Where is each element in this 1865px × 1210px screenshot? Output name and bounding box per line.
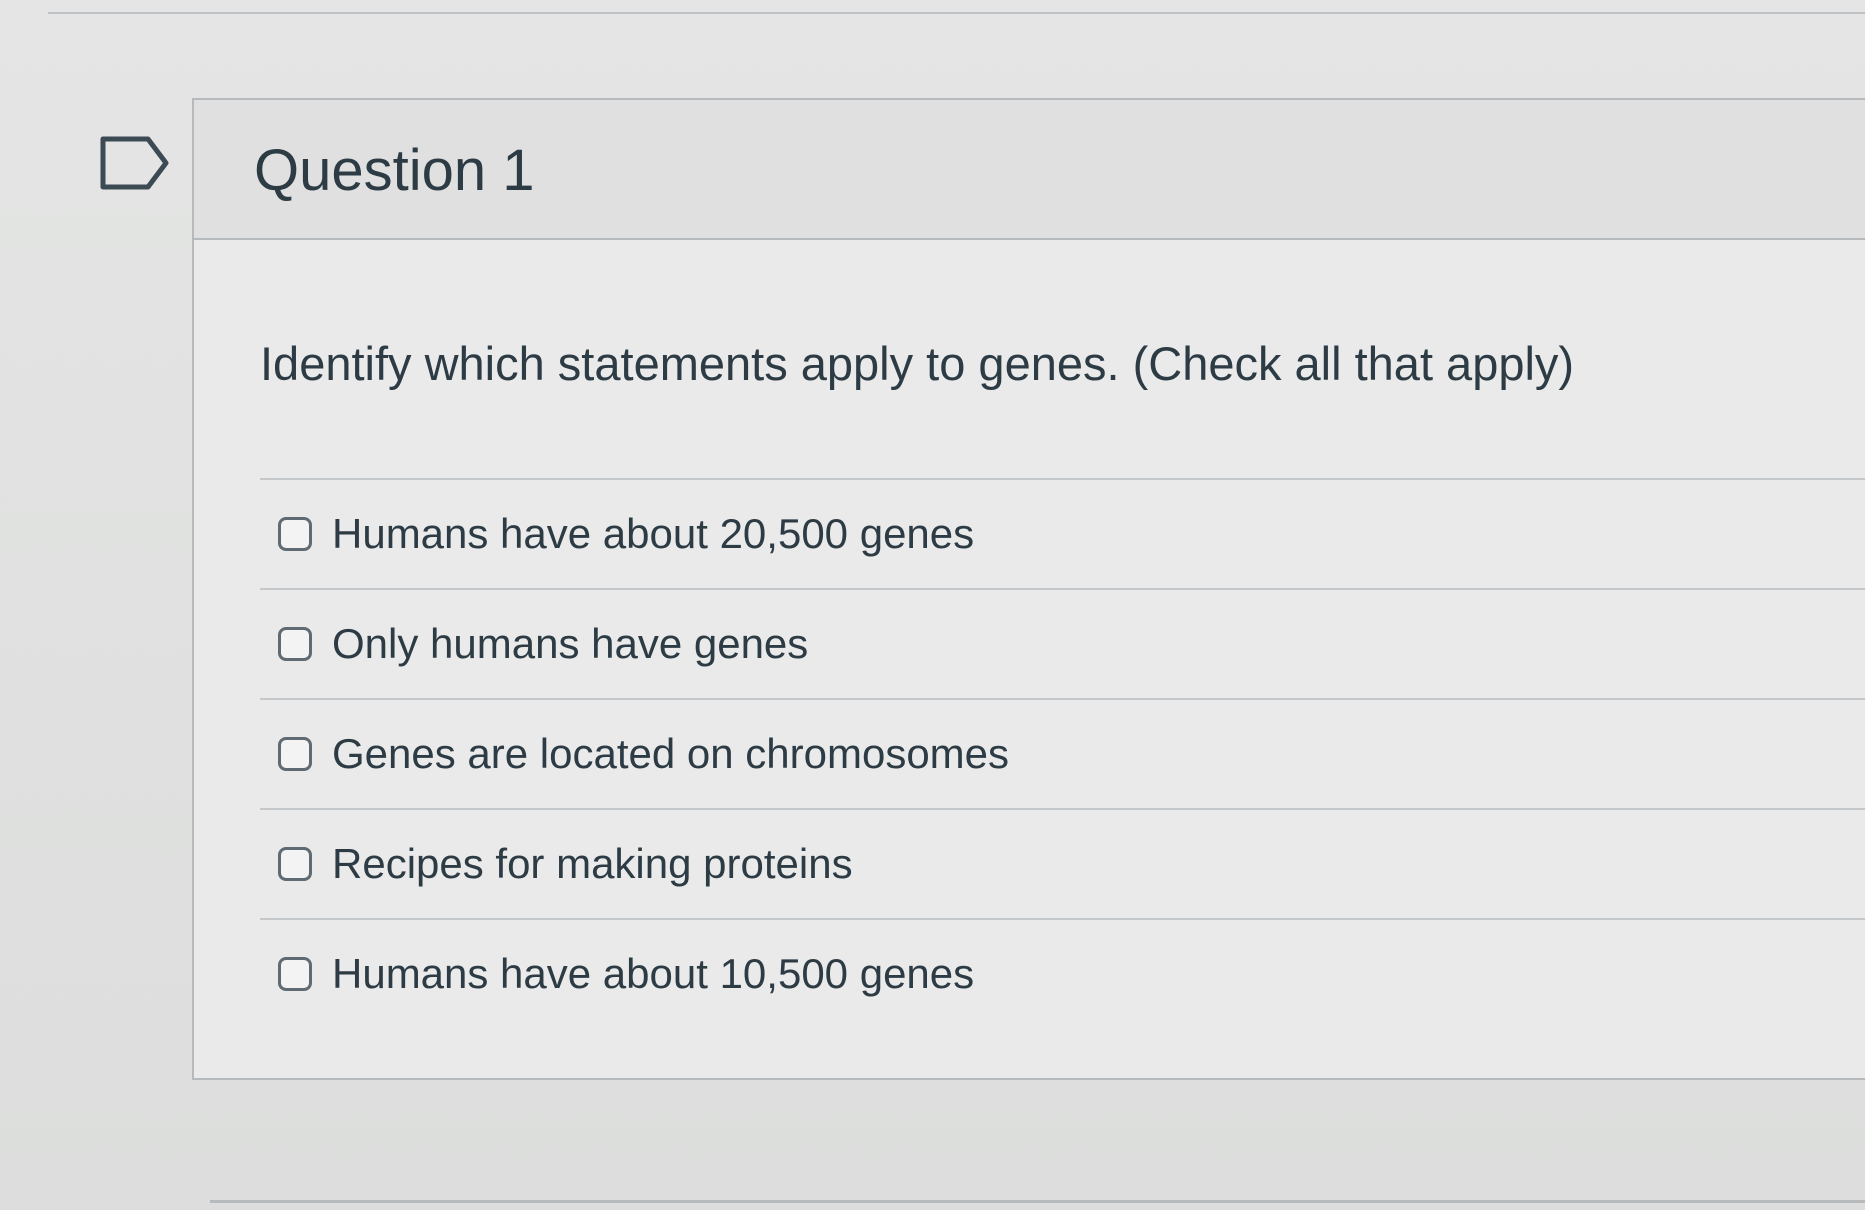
answer-label[interactable]: Humans have about 20,500 genes — [332, 510, 974, 558]
answer-checkbox[interactable] — [278, 627, 312, 661]
question-title: Question 1 — [254, 138, 535, 203]
answer-checkbox[interactable] — [278, 957, 312, 991]
question-prompt: Identify which statements apply to genes… — [260, 337, 1575, 390]
answer-label[interactable]: Humans have about 10,500 genes — [332, 950, 974, 998]
answer-option-5[interactable]: Humans have about 10,500 genes — [260, 918, 1865, 1028]
answer-option-1[interactable]: Humans have about 20,500 genes — [260, 478, 1865, 588]
answer-option-2[interactable]: Only humans have genes — [260, 588, 1865, 698]
answer-option-4[interactable]: Recipes for making proteins — [260, 808, 1865, 918]
top-divider — [48, 12, 1865, 14]
answer-checkbox[interactable] — [278, 517, 312, 551]
answer-checkbox[interactable] — [278, 737, 312, 771]
answer-option-3[interactable]: Genes are located on chromosomes — [260, 698, 1865, 808]
flag-question-icon[interactable] — [100, 136, 170, 190]
answer-label[interactable]: Recipes for making proteins — [332, 840, 853, 888]
answer-label[interactable]: Genes are located on chromosomes — [332, 730, 1009, 778]
answer-label[interactable]: Only humans have genes — [332, 620, 808, 668]
answer-checkbox[interactable] — [278, 847, 312, 881]
answer-list: Humans have about 20,500 genes Only huma… — [260, 478, 1865, 1028]
next-question-edge — [210, 1200, 1865, 1203]
question-card: Question 1 Identify which statements app… — [192, 98, 1865, 1080]
question-header: Question 1 — [194, 100, 1865, 240]
